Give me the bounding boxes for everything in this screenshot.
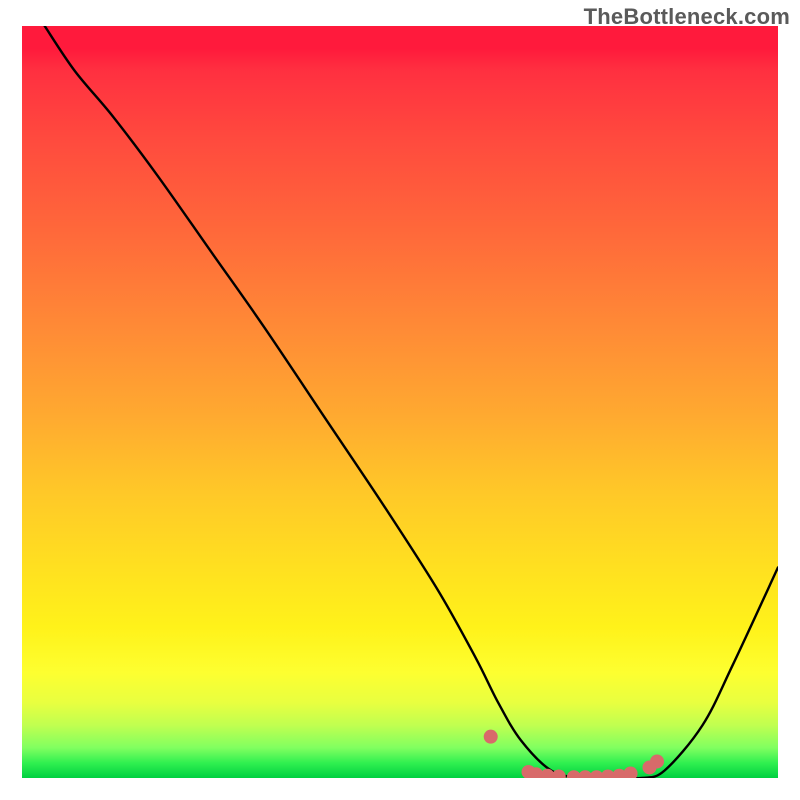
watermark-text: TheBottleneck.com bbox=[584, 4, 790, 30]
chart-svg bbox=[22, 26, 778, 778]
valley-marker bbox=[624, 766, 638, 778]
valley-marker bbox=[650, 754, 664, 768]
chart-container: TheBottleneck.com bbox=[0, 0, 800, 800]
valley-marker bbox=[484, 730, 498, 744]
plot-area bbox=[22, 26, 778, 778]
valley-marker-group bbox=[484, 730, 664, 778]
curve-line bbox=[45, 26, 778, 778]
